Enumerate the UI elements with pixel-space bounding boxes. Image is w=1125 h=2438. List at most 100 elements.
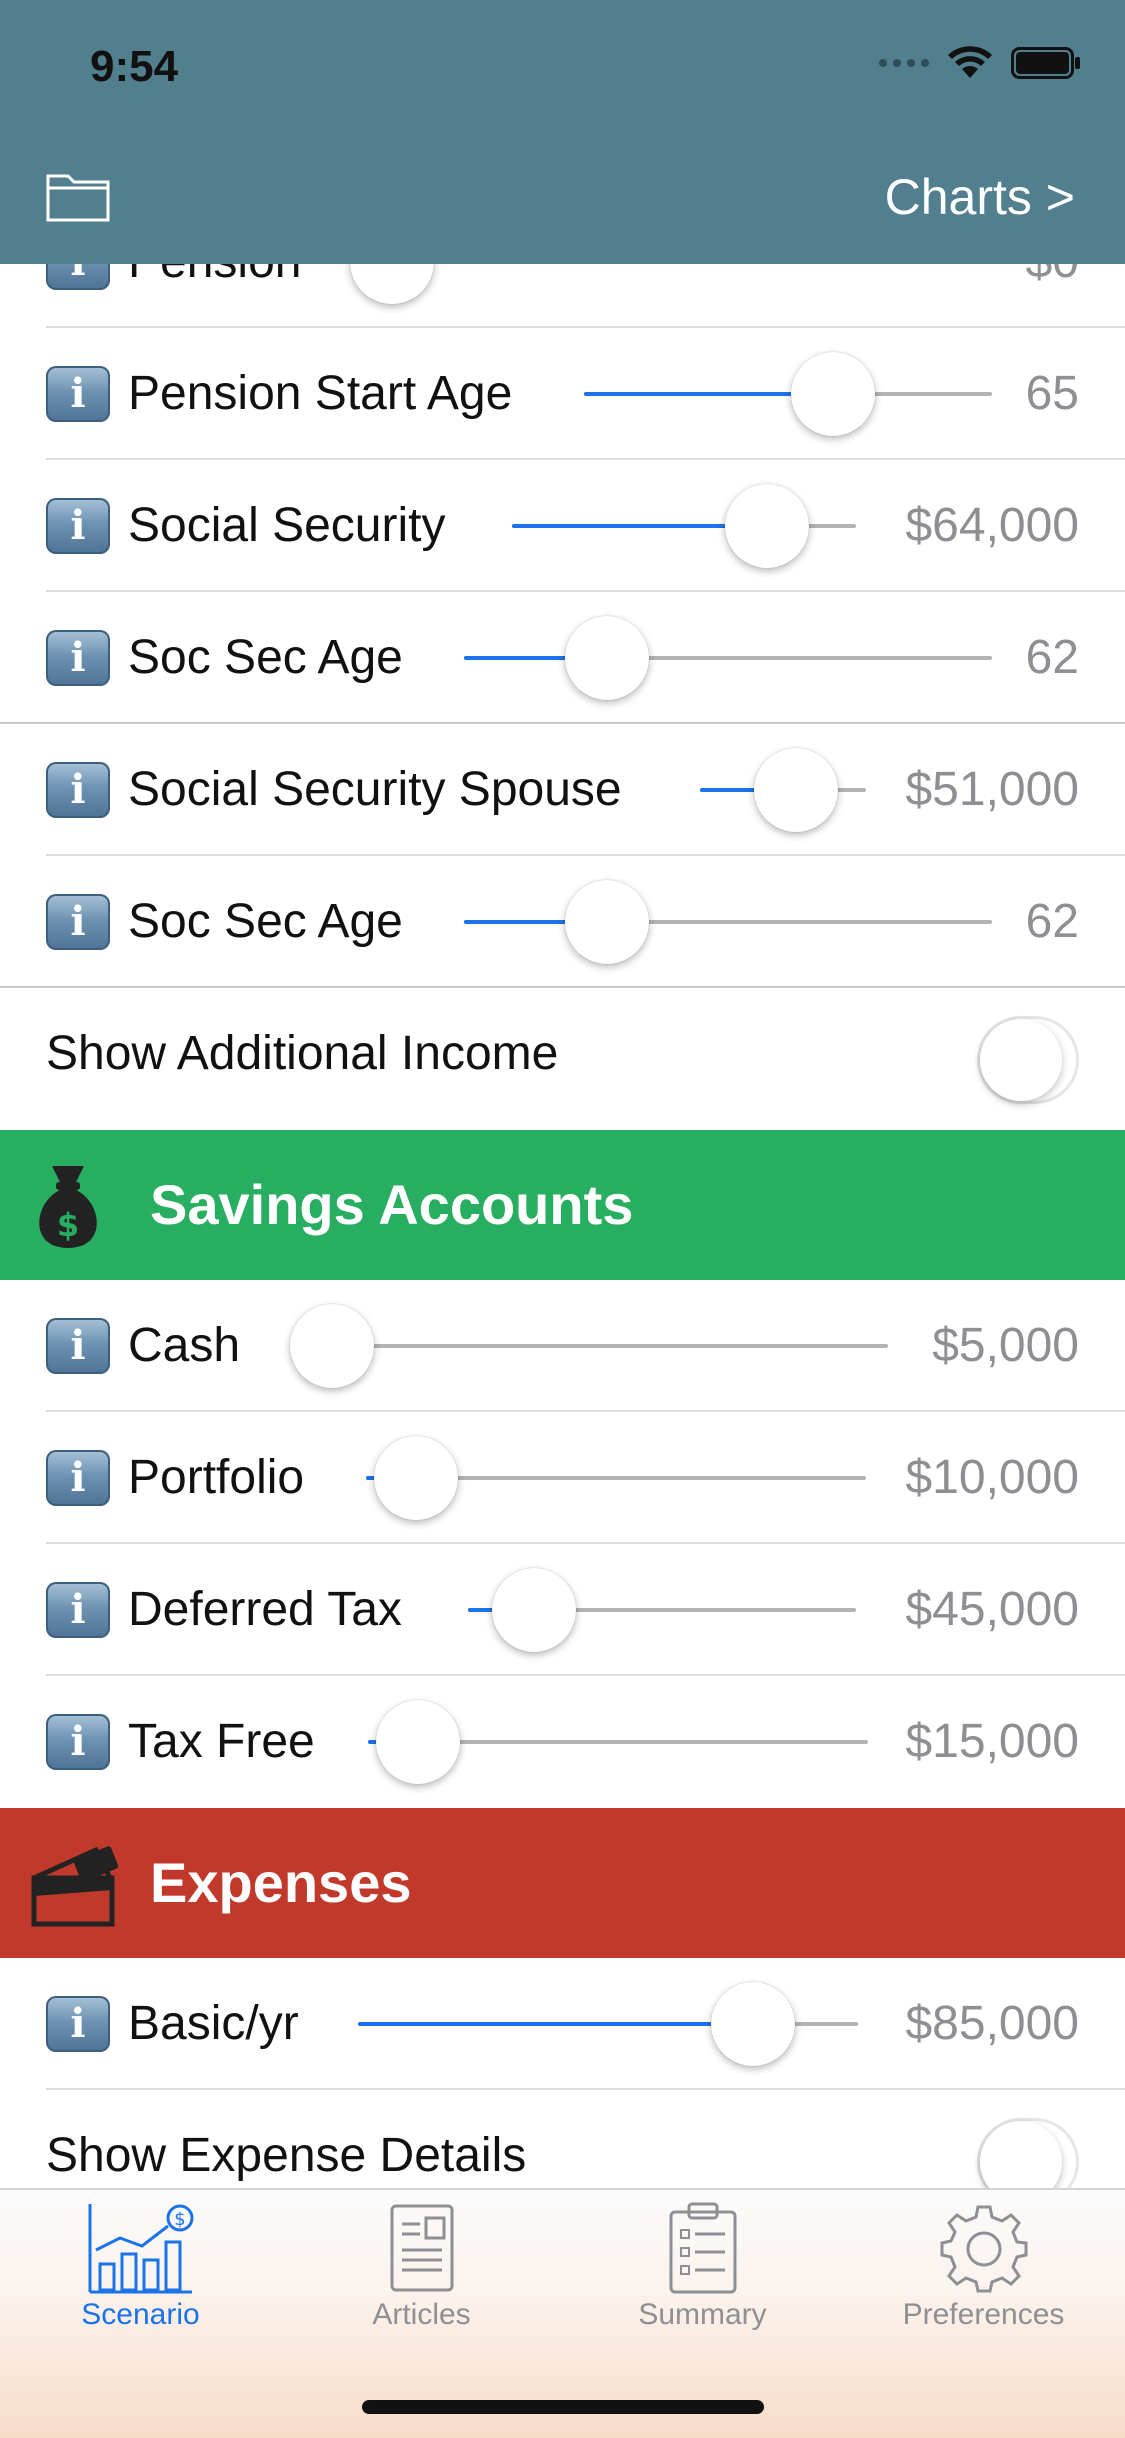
slider-thumb[interactable] bbox=[289, 1304, 374, 1388]
row-label: Show Additional Income bbox=[46, 1027, 559, 1080]
scenario-chart-icon: $ bbox=[88, 2204, 193, 2294]
slider-thumb[interactable] bbox=[754, 748, 839, 832]
slider-thumb[interactable] bbox=[564, 880, 649, 964]
slider-row-portfolio: i Portfolio $10,000 bbox=[0, 1412, 1125, 1544]
basic-yr-slider[interactable] bbox=[358, 1982, 858, 2066]
tab-label: Articles bbox=[372, 2298, 471, 2331]
slider-thumb[interactable] bbox=[376, 1700, 460, 1784]
tab-articles[interactable]: Articles bbox=[281, 2202, 562, 2332]
info-icon[interactable]: i bbox=[46, 630, 110, 686]
slider-row-tax-free: i Tax Free $15,000 bbox=[0, 1676, 1125, 1808]
info-icon[interactable]: i bbox=[46, 1318, 110, 1374]
row-label: Tax Free bbox=[128, 1715, 315, 1768]
row-value: 62 bbox=[1025, 631, 1079, 684]
tab-summary[interactable]: Summary bbox=[562, 2202, 843, 2332]
deferred-tax-slider[interactable] bbox=[468, 1568, 856, 1652]
row-label: Social Security Spouse bbox=[128, 763, 622, 816]
info-icon[interactable]: i bbox=[46, 498, 110, 554]
slider-row-pension: i Pension $0 bbox=[0, 264, 1125, 328]
slider-thumb[interactable] bbox=[491, 1568, 576, 1652]
money-bag-icon: $ bbox=[39, 1166, 97, 1248]
info-icon[interactable]: i bbox=[46, 366, 110, 422]
tab-label: Preferences bbox=[902, 2298, 1065, 2331]
toggle-row-additional-income: Show Additional Income bbox=[0, 988, 1125, 1120]
slider-row-social-security: i Social Security $64,000 bbox=[0, 460, 1125, 592]
tab-bar: $ Scenario Articles Summary Preferences bbox=[0, 2188, 1125, 2438]
home-indicator bbox=[362, 2400, 764, 2414]
articles-icon bbox=[390, 2204, 453, 2292]
status-time: 9:54 bbox=[90, 42, 179, 91]
folder-icon[interactable] bbox=[46, 168, 110, 224]
row-value: $5,000 bbox=[932, 1319, 1079, 1372]
info-icon[interactable]: i bbox=[46, 264, 110, 290]
slider-row-deferred-tax: i Deferred Tax $45,000 bbox=[0, 1544, 1125, 1676]
savings-section-title: Savings Accounts bbox=[150, 1173, 634, 1236]
info-icon[interactable]: i bbox=[46, 894, 110, 950]
wallet-icon bbox=[31, 1846, 119, 1927]
expenses-section-header: Expenses bbox=[0, 1808, 1125, 1958]
slider-thumb[interactable] bbox=[564, 616, 649, 700]
row-value: $0 bbox=[1026, 264, 1079, 328]
svg-text:$: $ bbox=[57, 1206, 79, 1244]
info-icon[interactable]: i bbox=[46, 1450, 110, 1506]
tab-label: Scenario bbox=[81, 2298, 200, 2331]
scenario-list[interactable]: i Pension $0 i Pension Start Age 65 i So… bbox=[0, 264, 1125, 2188]
slider-row-spouse-soc-sec-age: i Soc Sec Age 62 bbox=[0, 856, 1125, 988]
info-icon[interactable]: i bbox=[46, 762, 110, 818]
row-label: Show Expense Details bbox=[46, 2129, 527, 2182]
row-value: $10,000 bbox=[905, 1451, 1079, 1504]
row-value: $85,000 bbox=[905, 1997, 1079, 2050]
cash-slider[interactable] bbox=[289, 1304, 888, 1388]
preferences-gear-icon bbox=[940, 2205, 1027, 2293]
row-value: 65 bbox=[1025, 367, 1079, 420]
info-icon[interactable]: i bbox=[46, 1582, 110, 1638]
tab-preferences[interactable]: Preferences bbox=[843, 2202, 1124, 2332]
slider-thumb[interactable] bbox=[374, 1436, 458, 1520]
row-value: $51,000 bbox=[905, 763, 1079, 816]
row-value: $64,000 bbox=[905, 499, 1079, 552]
slider-thumb[interactable] bbox=[790, 352, 875, 436]
expenses-section-title: Expenses bbox=[150, 1851, 412, 1914]
slider-row-soc-sec-age: i Soc Sec Age 62 bbox=[0, 592, 1125, 724]
wifi-icon bbox=[948, 46, 992, 78]
row-label: Basic/yr bbox=[128, 1997, 299, 2050]
row-label: Cash bbox=[128, 1319, 241, 1372]
row-value: $15,000 bbox=[905, 1715, 1079, 1768]
slider-row-pension-start-age: i Pension Start Age 65 bbox=[0, 328, 1125, 460]
svg-text:$: $ bbox=[174, 2209, 185, 2230]
summary-clipboard-icon bbox=[669, 2202, 736, 2294]
battery-icon bbox=[1011, 47, 1080, 79]
row-label: Social Security bbox=[128, 499, 446, 552]
charts-link[interactable]: Charts > bbox=[885, 168, 1075, 226]
info-icon[interactable]: i bbox=[46, 1996, 110, 2052]
toggle-row-expense-details: Show Expense Details bbox=[0, 2090, 1125, 2188]
info-icon[interactable]: i bbox=[46, 1714, 110, 1770]
slider-thumb[interactable] bbox=[724, 484, 809, 568]
social-security-slider[interactable] bbox=[512, 484, 856, 568]
pension-start-age-slider[interactable] bbox=[584, 352, 992, 436]
social-security-spouse-slider[interactable] bbox=[700, 748, 866, 832]
status-icons bbox=[879, 46, 1081, 80]
tax-free-slider[interactable] bbox=[368, 1700, 868, 1784]
nav-header: 9:54 Charts > bbox=[0, 0, 1125, 264]
slider-row-basic-yr: i Basic/yr $85,000 bbox=[0, 1958, 1125, 2090]
tab-scenario[interactable]: $ Scenario bbox=[0, 2202, 281, 2332]
row-label: Soc Sec Age bbox=[128, 631, 403, 684]
additional-income-toggle[interactable] bbox=[977, 1016, 1079, 1104]
portfolio-slider[interactable] bbox=[366, 1436, 866, 1520]
soc-sec-age-slider[interactable] bbox=[464, 616, 992, 700]
slider-row-social-security-spouse: i Social Security Spouse $51,000 bbox=[0, 724, 1125, 856]
tab-label: Summary bbox=[638, 2298, 767, 2331]
slider-thumb[interactable] bbox=[711, 1982, 795, 2066]
slider-row-cash: i Cash $5,000 bbox=[0, 1280, 1125, 1412]
row-label: Portfolio bbox=[128, 1451, 305, 1504]
cellular-signal-icon bbox=[879, 59, 929, 67]
row-label: Pension bbox=[128, 264, 301, 328]
spouse-soc-sec-age-slider[interactable] bbox=[464, 880, 992, 964]
row-label: Soc Sec Age bbox=[128, 895, 403, 948]
slider-thumb[interactable] bbox=[350, 264, 434, 304]
expense-details-toggle[interactable] bbox=[977, 2118, 1079, 2188]
row-label: Pension Start Age bbox=[128, 367, 513, 420]
row-label: Deferred Tax bbox=[128, 1583, 402, 1636]
savings-section-header: $ Savings Accounts bbox=[0, 1130, 1125, 1280]
